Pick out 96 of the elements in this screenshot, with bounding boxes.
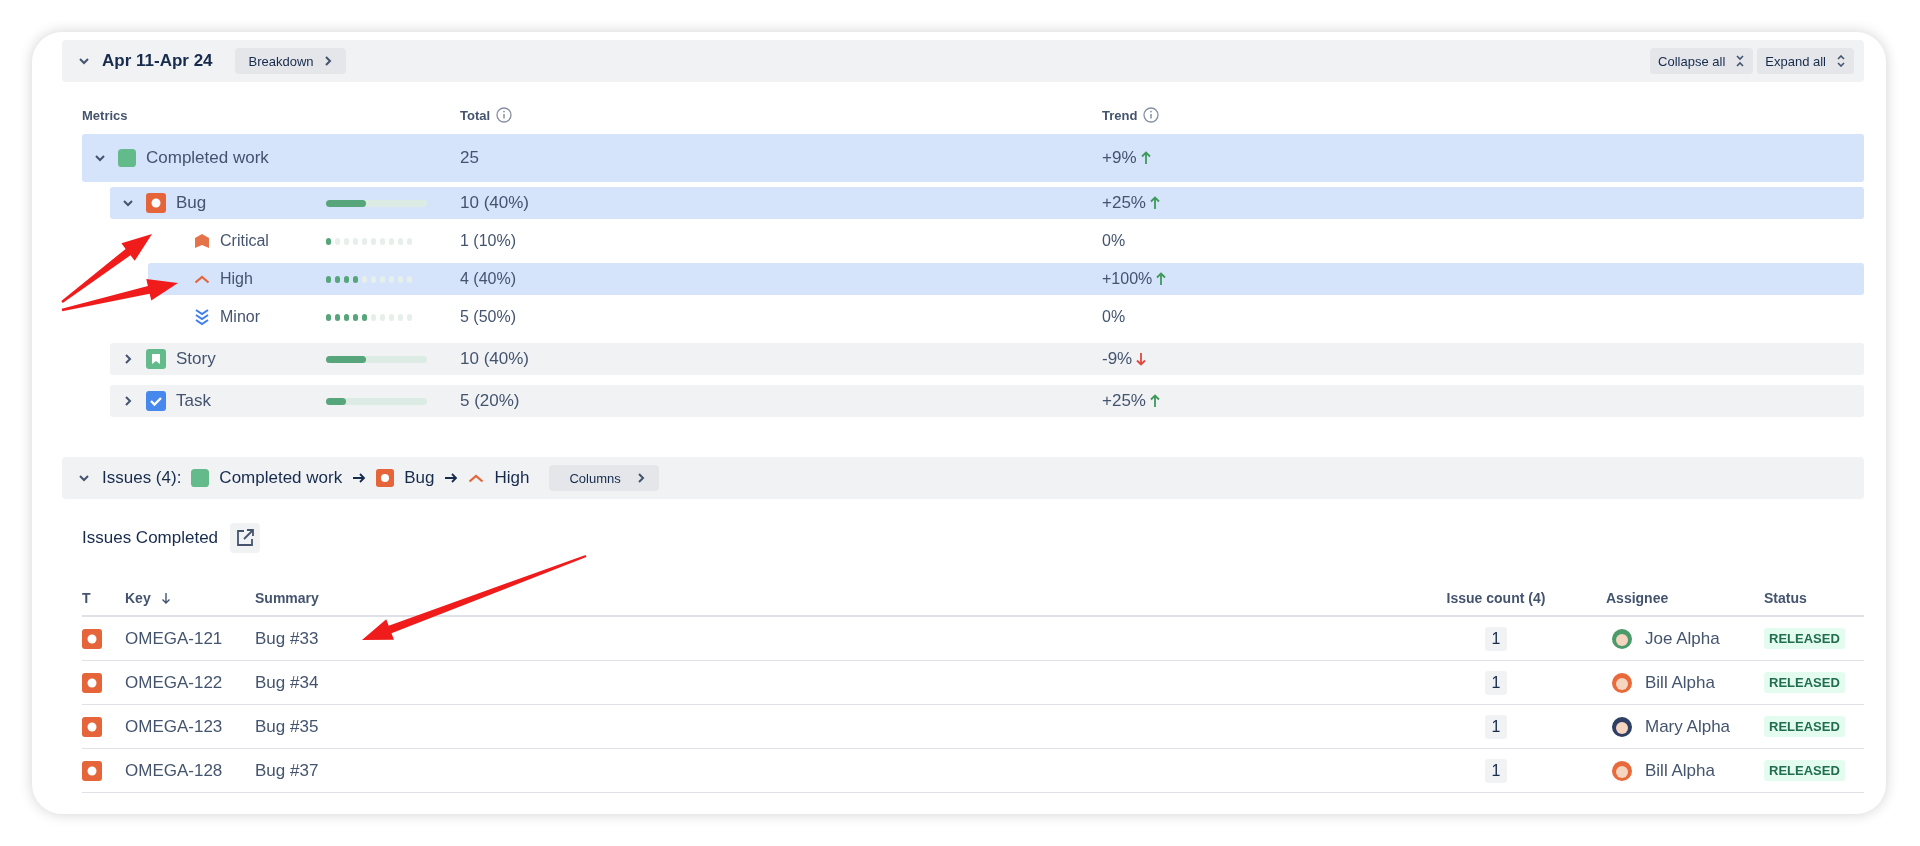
- column-header[interactable]: Issue count (4): [1446, 590, 1546, 606]
- table-title: Issues Completed: [82, 528, 219, 548]
- bug-icon: [376, 469, 395, 487]
- status-lozenge: RELEASED: [1764, 716, 1845, 737]
- breadcrumb-label: Bug: [404, 468, 435, 488]
- arrow-right-icon: [444, 472, 459, 484]
- total-value: 10 (40%): [460, 349, 530, 369]
- column-header[interactable]: Assignee: [1606, 590, 1669, 606]
- metric-label: Story: [176, 349, 217, 369]
- bug-icon: [82, 716, 102, 737]
- breadcrumb-label: Completed work: [219, 468, 343, 488]
- chevron-right-icon: [323, 55, 332, 67]
- metric-row[interactable]: Story 10 (40%) -9%: [110, 343, 1864, 375]
- issue-count: 1: [1484, 626, 1508, 651]
- column-header[interactable]: T: [82, 590, 91, 606]
- metric-row[interactable]: Completed work 25 +9%: [82, 134, 1864, 182]
- status-lozenge: RELEASED: [1764, 628, 1845, 649]
- trend-value: 0%: [1102, 232, 1126, 250]
- column-header: Metrics: [82, 107, 128, 123]
- issue-key[interactable]: OMEGA-122: [125, 672, 255, 693]
- checkbox-icon: [146, 391, 166, 411]
- breadcrumb-label: High: [494, 468, 530, 488]
- breakdown-button[interactable]: Breakdown: [234, 48, 346, 74]
- metric-label: Critical: [220, 232, 270, 250]
- columns-button[interactable]: Columns: [549, 465, 659, 491]
- square-icon: [118, 149, 136, 167]
- triple-chevron-down-icon: [194, 308, 210, 326]
- metric-label: Task: [176, 391, 212, 411]
- issue-count: 1: [1484, 670, 1508, 695]
- column-header[interactable]: Key: [125, 590, 151, 606]
- issue-summary: Bug #35: [255, 716, 320, 737]
- trend-value: -9%: [1102, 349, 1133, 369]
- total-value: 4 (40%): [460, 270, 518, 288]
- trend-value: +9%: [1102, 148, 1137, 168]
- issue-summary: Bug #34: [255, 672, 320, 693]
- issue-key[interactable]: OMEGA-123: [125, 716, 255, 737]
- issues-count: Issues (4):: [102, 468, 182, 488]
- expand-all-button[interactable]: Expand all: [1757, 48, 1854, 74]
- status-lozenge: RELEASED: [1764, 672, 1845, 693]
- status-lozenge: RELEASED: [1764, 760, 1845, 781]
- external-link-icon: [235, 528, 256, 548]
- assignee-name: Joe Alpha: [1645, 628, 1720, 649]
- metric-label: High: [220, 270, 254, 288]
- metric-row[interactable]: Bug 10 (40%) +25%: [110, 187, 1864, 219]
- issue-summary: Bug #33: [255, 628, 320, 649]
- assignee-name: Bill Alpha: [1645, 672, 1715, 693]
- arrow-right-icon: [352, 472, 367, 484]
- issue-summary: Bug #37: [255, 760, 320, 781]
- chevron-down-icon: [78, 57, 90, 65]
- column-header: Total: [460, 107, 491, 123]
- collapse-all-button[interactable]: Collapse all: [1650, 48, 1754, 74]
- issue-count: 1: [1484, 758, 1508, 783]
- assignee-name: Mary Alpha: [1645, 716, 1731, 737]
- column-header[interactable]: Summary: [255, 590, 319, 606]
- metric-row[interactable]: High 4 (40%) +100%: [148, 263, 1864, 295]
- issue-key[interactable]: OMEGA-121: [125, 628, 255, 649]
- bug-icon: [146, 193, 166, 213]
- chevron-down-icon: [78, 474, 90, 482]
- metric-row[interactable]: Minor 5 (50%) 0%: [148, 301, 1864, 333]
- metric-row[interactable]: Task 5 (20%) +25%: [110, 385, 1864, 417]
- external-link-button[interactable]: [230, 523, 261, 553]
- bug-icon: [82, 628, 102, 649]
- chevron-down-icon: [94, 154, 106, 162]
- bug-icon: [82, 672, 102, 693]
- square-icon: [191, 469, 210, 487]
- chevron-up-icon: [194, 274, 210, 284]
- column-header: Trend: [1102, 107, 1138, 123]
- assignee-name: Bill Alpha: [1645, 760, 1715, 781]
- trend-value: +25%: [1102, 391, 1146, 411]
- column-header[interactable]: Status: [1764, 590, 1807, 606]
- trend-value: +25%: [1102, 193, 1146, 213]
- sort-arrow-icon[interactable]: [160, 592, 171, 604]
- bookmark-icon: [146, 349, 166, 369]
- issue-key[interactable]: OMEGA-128: [125, 760, 255, 781]
- metric-label: Completed work: [146, 148, 270, 168]
- period-title: Apr 11-Apr 24: [102, 51, 213, 71]
- chevron-right-icon: [636, 472, 645, 484]
- issue-count: 1: [1484, 714, 1508, 739]
- total-value: 10 (40%): [460, 193, 530, 213]
- trend-value: +100%: [1102, 270, 1153, 288]
- total-value: 5 (20%): [460, 391, 521, 411]
- expand-icon: [1836, 55, 1846, 67]
- chevron-right-icon: [124, 395, 132, 407]
- total-value: 25: [460, 148, 480, 168]
- chevron-up-icon: [468, 473, 485, 483]
- priority-critical-icon: [194, 233, 210, 249]
- total-value: 5 (50%): [460, 308, 518, 326]
- chevron-down-icon: [122, 199, 134, 207]
- chevron-right-icon: [124, 353, 132, 365]
- trend-value: 0%: [1102, 308, 1126, 326]
- metric-row[interactable]: Critical 1 (10%) 0%: [148, 225, 1864, 257]
- metric-label: Bug: [176, 193, 208, 213]
- metric-label: Minor: [220, 308, 261, 326]
- bug-icon: [82, 760, 102, 781]
- total-value: 1 (10%): [460, 232, 518, 250]
- collapse-icon: [1735, 55, 1746, 67]
